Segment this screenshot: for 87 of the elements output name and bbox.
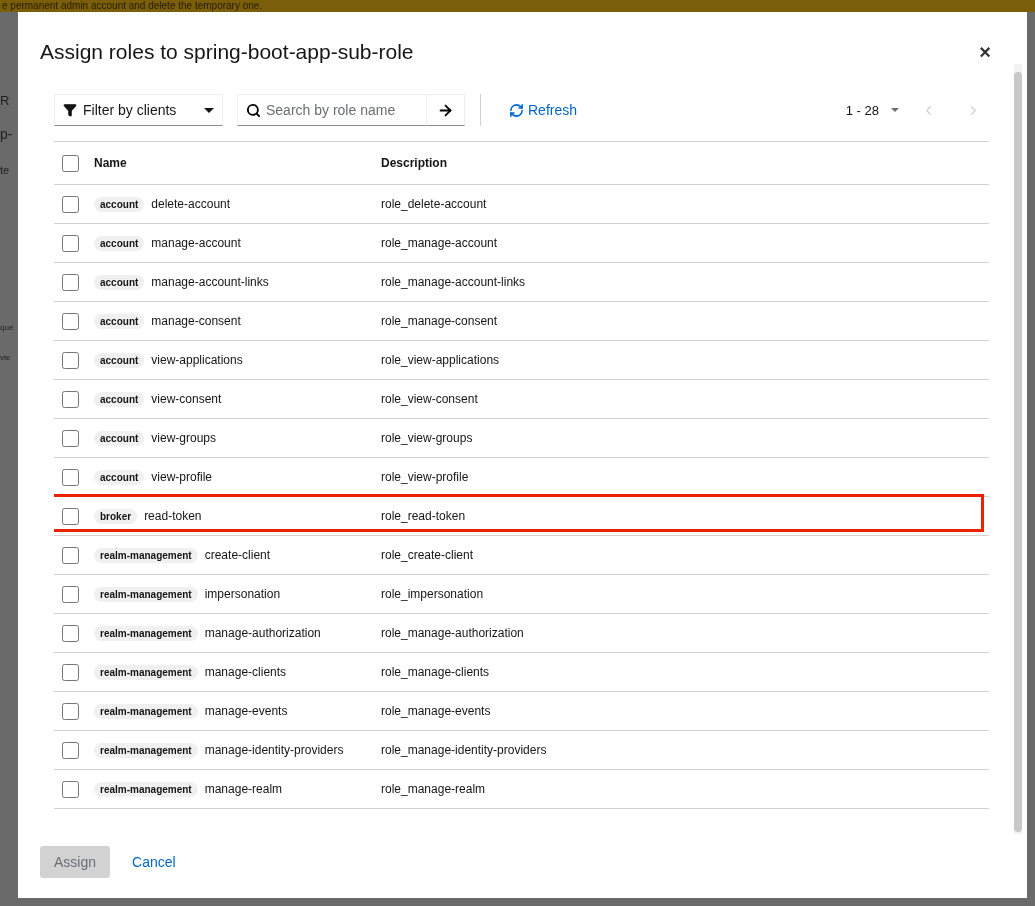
client-label: account xyxy=(94,469,145,485)
caret-icon xyxy=(891,108,899,112)
background-text: vie xyxy=(0,354,11,362)
row-checkbox[interactable] xyxy=(62,507,79,525)
row-checkbox[interactable] xyxy=(62,351,79,369)
role-description: role_impersonation xyxy=(381,587,484,601)
background-text: que xyxy=(0,324,14,332)
pagination-toggle[interactable]: 1 - 28 xyxy=(845,102,899,118)
role-description: role_manage-realm xyxy=(381,782,486,796)
row-checkbox[interactable] xyxy=(62,585,79,603)
search-icon xyxy=(246,103,261,118)
role-description: role_read-token xyxy=(381,509,466,523)
filter-dropdown[interactable]: Filter by clients xyxy=(54,94,223,126)
search-field[interactable]: Search by role name xyxy=(237,94,427,126)
role-name: delete-account xyxy=(151,197,231,211)
client-label: account xyxy=(94,391,145,407)
role-name: view-groups xyxy=(151,431,217,445)
client-label: realm-management xyxy=(94,742,198,758)
client-label: account xyxy=(94,430,145,446)
role-name: manage-consent xyxy=(151,314,241,328)
caret-icon xyxy=(204,107,214,113)
column-header: Description xyxy=(381,156,447,170)
role-description: role_manage-account xyxy=(381,236,498,250)
cancel-link[interactable]: Cancel xyxy=(132,854,176,870)
role-name: view-consent xyxy=(151,392,222,406)
role-description: role_manage-authorization xyxy=(381,626,524,640)
row-checkbox[interactable] xyxy=(62,429,79,447)
role-description: role_view-profile xyxy=(381,470,469,484)
client-label: broker xyxy=(94,508,138,524)
client-label: realm-management xyxy=(94,664,198,680)
client-label: realm-management xyxy=(94,703,198,719)
row-checkbox[interactable] xyxy=(62,195,79,213)
search-submit-button[interactable] xyxy=(427,94,465,126)
role-name: manage-realm xyxy=(204,782,283,796)
role-name: manage-identity-providers xyxy=(204,743,344,757)
role-description: role_view-consent xyxy=(381,392,478,406)
role-name: manage-account-links xyxy=(151,275,269,289)
role-name: impersonation xyxy=(204,587,281,601)
row-checkbox[interactable] xyxy=(62,234,79,252)
row-checkbox[interactable] xyxy=(62,663,79,681)
select-all-checkbox[interactable] xyxy=(62,154,79,172)
filter-icon xyxy=(63,103,77,117)
row-checkbox[interactable] xyxy=(62,390,79,408)
role-description: role_view-applications xyxy=(381,353,500,367)
role-name: manage-account xyxy=(151,236,241,250)
client-label: realm-management xyxy=(94,781,198,797)
client-label: account xyxy=(94,196,145,212)
role-name: view-applications xyxy=(151,353,243,367)
row-checkbox[interactable] xyxy=(62,702,79,720)
row-checkbox[interactable] xyxy=(62,546,79,564)
role-description: role_manage-clients xyxy=(381,665,490,679)
row-checkbox[interactable] xyxy=(62,780,79,798)
role-description: role_view-groups xyxy=(381,431,473,445)
row-checkbox[interactable] xyxy=(62,624,79,642)
background-text: te xyxy=(0,165,10,176)
close-button[interactable]: × xyxy=(975,40,995,64)
role-description: role_manage-consent xyxy=(381,314,498,328)
role-description: role_manage-events xyxy=(381,704,491,718)
client-label: realm-management xyxy=(94,586,198,602)
row-checkbox[interactable] xyxy=(62,312,79,330)
column-header: Name xyxy=(94,156,127,170)
background-text: R xyxy=(0,94,10,107)
role-name: manage-clients xyxy=(204,665,287,679)
client-label: realm-management xyxy=(94,547,198,563)
scrollbar[interactable] xyxy=(1014,72,1022,832)
role-description: role_manage-identity-providers xyxy=(381,743,547,757)
role-name: view-profile xyxy=(151,470,213,484)
role-name: manage-events xyxy=(204,704,288,718)
client-label: account xyxy=(94,313,145,329)
role-description: role_delete-account xyxy=(381,197,487,211)
role-name: create-client xyxy=(204,548,271,562)
row-checkbox[interactable] xyxy=(62,741,79,759)
refresh-icon xyxy=(509,102,524,118)
banner-text: e permanent admin account and delete the temporary one. xyxy=(2,0,263,12)
role-description: role_create-client xyxy=(381,548,474,562)
refresh-button[interactable]: Refresh xyxy=(509,102,578,118)
role-name: manage-authorization xyxy=(204,626,321,640)
role-description: role_manage-account-links xyxy=(381,275,526,289)
background-text: p- xyxy=(0,127,13,141)
client-label: account xyxy=(94,235,145,251)
role-name: read-token xyxy=(144,509,202,523)
client-label: realm-management xyxy=(94,625,198,641)
client-label: account xyxy=(94,274,145,290)
client-label: account xyxy=(94,352,145,368)
row-checkbox[interactable] xyxy=(62,273,79,291)
dialog-title: Assign roles to spring-boot-app-sub-role xyxy=(40,40,414,64)
row-checkbox[interactable] xyxy=(62,468,79,486)
